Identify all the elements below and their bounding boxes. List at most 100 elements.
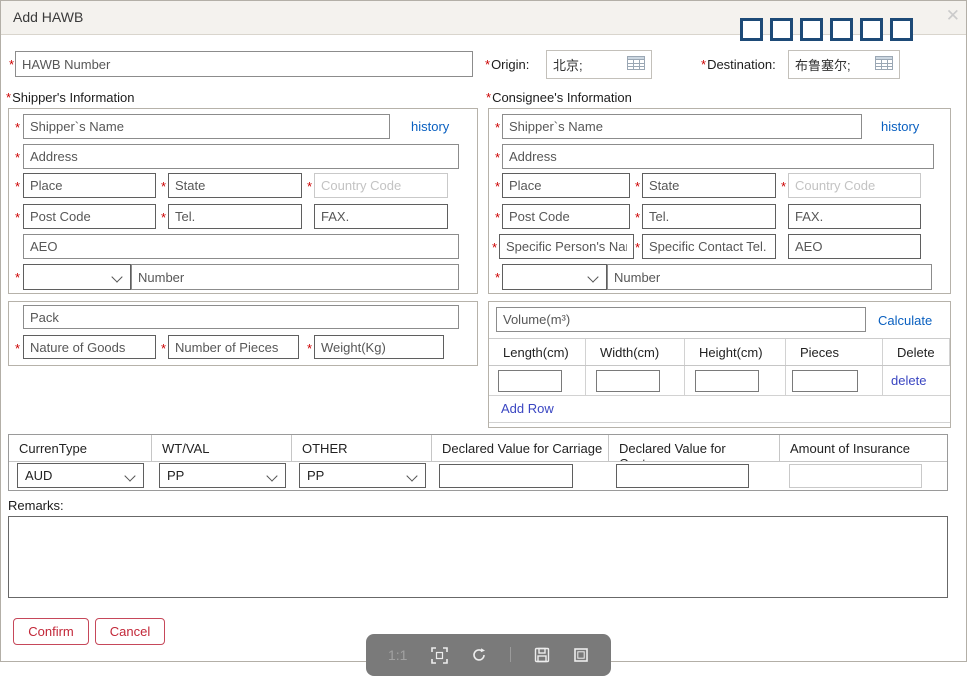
consignee-tel-input[interactable] bbox=[642, 204, 776, 229]
close-icon[interactable]: ✕ bbox=[946, 7, 960, 24]
required-marker: * bbox=[635, 179, 640, 194]
required-marker: * bbox=[15, 120, 20, 135]
consignee-fax-input[interactable] bbox=[788, 204, 921, 229]
required-marker: * bbox=[161, 341, 166, 356]
consignee-number-input[interactable] bbox=[607, 264, 932, 290]
required-marker: * bbox=[635, 240, 640, 255]
required-marker: * bbox=[495, 150, 500, 165]
consignee-specific-tel-input[interactable] bbox=[642, 234, 776, 259]
required-marker: * bbox=[15, 210, 20, 225]
length-input[interactable] bbox=[498, 370, 562, 392]
charges-table: CurrenType WT/VAL OTHER Declared Value f… bbox=[8, 434, 948, 491]
required-marker: * bbox=[781, 179, 786, 194]
tofu-box bbox=[890, 18, 913, 41]
dimensions-table: Length(cm) Width(cm) Height(cm) Pieces D… bbox=[489, 338, 950, 423]
shipper-place-input[interactable] bbox=[23, 173, 156, 198]
save-icon[interactable] bbox=[534, 647, 550, 666]
original-size-icon[interactable] bbox=[573, 647, 589, 666]
required-marker: * bbox=[15, 150, 20, 165]
col-other: OTHER bbox=[292, 435, 432, 461]
col-amount-insurance: Amount of Insurance bbox=[780, 435, 947, 461]
shipper-country-code-input[interactable] bbox=[314, 173, 448, 198]
col-pieces: Pieces bbox=[786, 339, 883, 365]
amount-insurance-input[interactable] bbox=[789, 464, 922, 488]
lookup-grid-icon[interactable] bbox=[875, 56, 893, 73]
origin-label: *Origin: bbox=[485, 57, 529, 72]
shipper-number-input[interactable] bbox=[131, 264, 459, 290]
consignee-state-input[interactable] bbox=[642, 173, 776, 198]
consignee-id-type-select[interactable] bbox=[502, 264, 607, 290]
calculate-link[interactable]: Calculate bbox=[878, 313, 932, 328]
consignee-address-input[interactable] bbox=[502, 144, 934, 169]
hawb-number-input[interactable] bbox=[15, 51, 473, 77]
lookup-grid-icon[interactable] bbox=[627, 56, 645, 73]
viewer-toolbar: 1:1 bbox=[366, 634, 611, 676]
shipper-post-code-input[interactable] bbox=[23, 204, 156, 229]
tofu-box bbox=[860, 18, 883, 41]
shipper-address-input[interactable] bbox=[23, 144, 459, 169]
chevron-down-icon bbox=[111, 271, 122, 282]
height-input[interactable] bbox=[695, 370, 759, 392]
remarks-label: Remarks: bbox=[8, 498, 64, 513]
width-input[interactable] bbox=[596, 370, 660, 392]
rotate-icon[interactable] bbox=[471, 647, 487, 666]
consignee-name-input[interactable] bbox=[502, 114, 862, 139]
shipper-fax-input[interactable] bbox=[314, 204, 448, 229]
wt-val-select[interactable]: PP bbox=[159, 463, 286, 488]
col-declared-carriage: Declared Value for Carriage bbox=[432, 435, 609, 461]
shipper-name-input[interactable] bbox=[23, 114, 390, 139]
dialog-title: Add HAWB bbox=[13, 9, 83, 25]
declared-customs-input[interactable] bbox=[616, 464, 749, 488]
required-marker: * bbox=[307, 179, 312, 194]
required-marker: * bbox=[15, 341, 20, 356]
tofu-box bbox=[770, 18, 793, 41]
consignee-specific-person-input[interactable] bbox=[499, 234, 634, 259]
length-cell bbox=[489, 366, 586, 395]
volume-input[interactable] bbox=[496, 307, 866, 332]
chevron-down-icon bbox=[124, 470, 135, 481]
declared-carriage-input[interactable] bbox=[439, 464, 573, 488]
consignee-aeo-input[interactable] bbox=[788, 234, 921, 259]
consignee-country-code-input[interactable] bbox=[788, 173, 921, 198]
destination-combo[interactable]: 布鲁塞尔; bbox=[788, 50, 900, 79]
col-width: Width(cm) bbox=[586, 339, 685, 365]
fit-screen-icon[interactable] bbox=[431, 647, 448, 667]
shipper-section-heading: *Shipper's Information bbox=[6, 90, 135, 105]
curren-type-select[interactable]: AUD bbox=[17, 463, 144, 488]
pack-input[interactable] bbox=[23, 305, 459, 329]
col-length: Length(cm) bbox=[489, 339, 586, 365]
pieces-input[interactable] bbox=[792, 370, 858, 392]
confirm-button[interactable]: Confirm bbox=[13, 618, 89, 645]
delete-row-link[interactable]: delete bbox=[891, 373, 926, 388]
shipper-aeo-input[interactable] bbox=[23, 234, 459, 259]
shipper-id-type-select[interactable] bbox=[23, 264, 131, 290]
chevron-down-icon bbox=[587, 271, 598, 282]
other-select[interactable]: PP bbox=[299, 463, 426, 488]
number-of-pieces-input[interactable] bbox=[168, 335, 299, 359]
nature-of-goods-input[interactable] bbox=[23, 335, 156, 359]
shipper-tel-input[interactable] bbox=[168, 204, 302, 229]
required-marker: * bbox=[307, 341, 312, 356]
chevron-down-icon bbox=[406, 470, 417, 481]
pieces-cell bbox=[786, 366, 883, 395]
col-curren-type: CurrenType bbox=[9, 435, 152, 461]
tofu-box bbox=[800, 18, 823, 41]
add-row-link[interactable]: Add Row bbox=[501, 401, 554, 416]
charges-header-row: CurrenType WT/VAL OTHER Declared Value f… bbox=[9, 435, 947, 462]
origin-combo[interactable]: 北京; bbox=[546, 50, 652, 79]
shipper-state-input[interactable] bbox=[168, 173, 302, 198]
chevron-down-icon bbox=[266, 470, 277, 481]
zoom-1to1-button[interactable]: 1:1 bbox=[388, 647, 407, 663]
delete-cell: delete bbox=[883, 366, 950, 395]
required-marker: * bbox=[15, 179, 20, 194]
consignee-history-link[interactable]: history bbox=[881, 119, 919, 134]
shipper-history-link[interactable]: history bbox=[411, 119, 449, 134]
cancel-button[interactable]: Cancel bbox=[95, 618, 165, 645]
remarks-textarea[interactable] bbox=[8, 516, 948, 598]
destination-value: 布鲁塞尔; bbox=[795, 55, 875, 74]
weight-input[interactable] bbox=[314, 335, 444, 359]
consignee-post-code-input[interactable] bbox=[502, 204, 630, 229]
required-marker: * bbox=[15, 270, 20, 285]
destination-label: *Destination: bbox=[701, 57, 776, 72]
consignee-place-input[interactable] bbox=[502, 173, 630, 198]
